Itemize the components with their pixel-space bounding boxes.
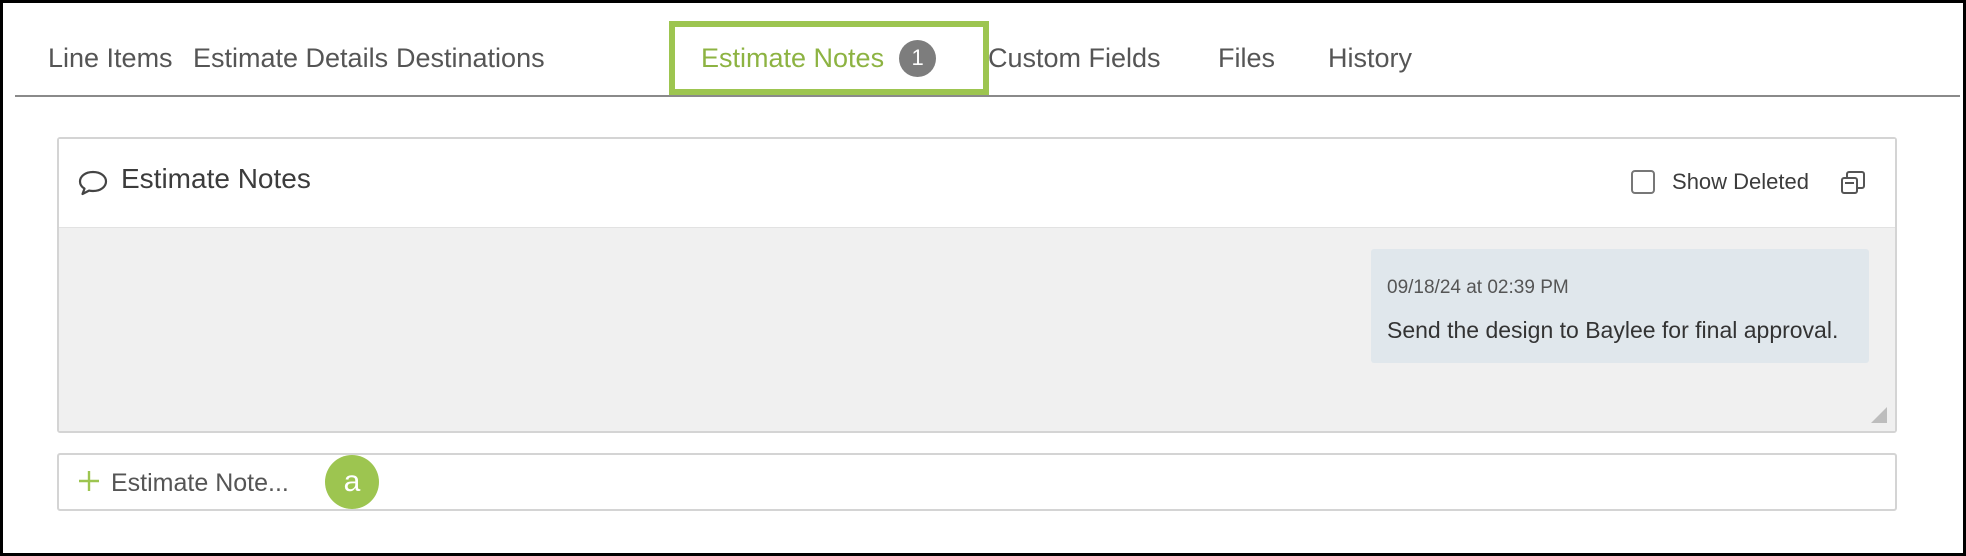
tab-label: Custom Fields [988, 42, 1161, 73]
estimate-notes-panel: Estimate Notes Show Deleted 09/18/24 at … [57, 137, 1897, 433]
add-note-placeholder: Estimate Note... [111, 469, 289, 497]
tab-files[interactable]: Files [1218, 21, 1275, 95]
notes-list: 09/18/24 at 02:39 PM Send the design to … [59, 228, 1895, 431]
tab-estimate-details[interactable]: Estimate Details [193, 21, 388, 95]
note-timestamp: 09/18/24 at 02:39 PM [1387, 277, 1569, 298]
tab-label: Estimate Details [193, 42, 389, 73]
tab-estimate-notes[interactable]: Estimate Notes 1 [669, 21, 989, 95]
notes-count-badge: 1 [899, 39, 937, 77]
tab-label: History [1328, 42, 1413, 73]
panel-title: Estimate Notes [121, 163, 311, 194]
tab-label: Line Items [48, 42, 173, 73]
comment-icon [78, 170, 108, 196]
tab-label: Estimate Notes [701, 42, 885, 73]
tab-label: Files [1218, 42, 1276, 73]
note-item: 09/18/24 at 02:39 PM Send the design to … [1371, 249, 1869, 363]
tab-label: Destinations [396, 42, 545, 73]
resize-handle-icon[interactable] [1871, 407, 1887, 423]
tab-destinations[interactable]: Destinations [396, 21, 545, 95]
panel-header: Estimate Notes Show Deleted [59, 139, 1895, 228]
app-frame: Line Items Estimate Details Destinations… [0, 0, 1966, 556]
expand-icon[interactable] [1839, 169, 1867, 197]
tab-custom-fields[interactable]: Custom Fields [988, 21, 1161, 95]
show-deleted-label: Show Deleted [1672, 169, 1809, 194]
tab-bar: Line Items Estimate Details Destinations… [15, 3, 1960, 97]
show-deleted-checkbox[interactable] [1631, 170, 1656, 194]
callout-marker: a [325, 455, 379, 509]
show-deleted-control[interactable]: Show Deleted [1631, 169, 1809, 195]
tab-line-items[interactable]: Line Items [48, 21, 173, 95]
plus-icon [79, 471, 99, 491]
tab-history[interactable]: History [1328, 21, 1412, 95]
note-text: Send the design to Baylee for final appr… [1387, 317, 1839, 343]
